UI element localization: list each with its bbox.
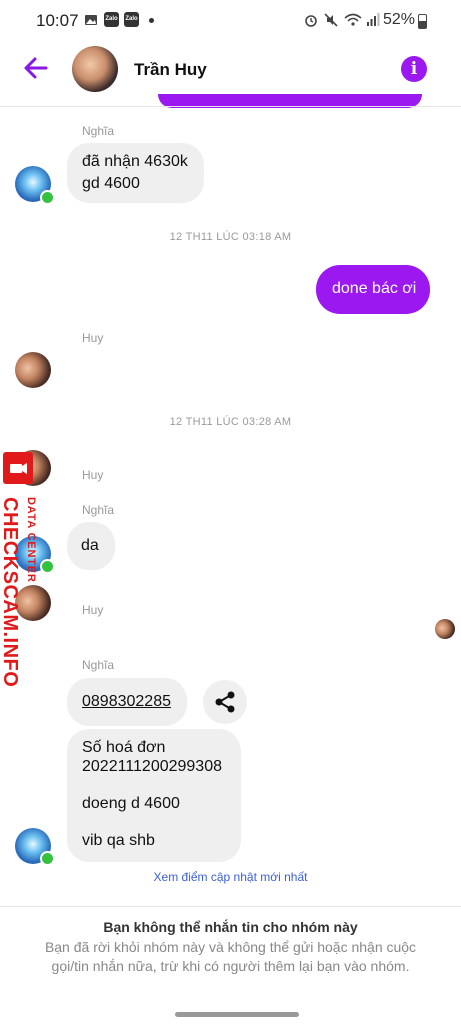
mute-icon bbox=[324, 13, 338, 27]
message-bubble[interactable]: đã nhận 4630k gd 4600 bbox=[67, 143, 204, 203]
phone-number-link[interactable]: 0898302285 bbox=[82, 691, 171, 713]
zalo-icon: Zalo bbox=[124, 12, 139, 27]
zalo-icon: Zalo bbox=[104, 12, 119, 27]
watermark-subtext: DATA CENTER bbox=[25, 497, 37, 583]
battery-percent: 52% bbox=[382, 11, 415, 28]
back-button[interactable] bbox=[22, 54, 50, 88]
alarm-icon bbox=[304, 13, 318, 27]
sender-name: Huy bbox=[82, 331, 104, 345]
message-bubble[interactable]: Số hoá đơn 2022111200299308 doeng d 4600… bbox=[67, 729, 241, 862]
cannot-message-title: Bạn không thể nhắn tin cho nhóm này bbox=[103, 919, 358, 935]
signal-icon bbox=[366, 13, 380, 27]
online-indicator bbox=[40, 190, 55, 205]
message-text: da bbox=[81, 537, 99, 554]
wifi-icon bbox=[344, 13, 362, 27]
status-time: 10:07 bbox=[36, 11, 79, 30]
sender-name: Huy bbox=[82, 468, 104, 482]
camera-icon bbox=[10, 463, 27, 474]
more-notifications-dot bbox=[149, 18, 154, 23]
message-bubble-own[interactable]: done bác ơi bbox=[316, 265, 430, 314]
sender-name: Nghĩa bbox=[82, 658, 115, 672]
divider bbox=[0, 906, 461, 907]
share-icon bbox=[215, 691, 235, 713]
watermark-logo bbox=[3, 452, 33, 484]
cannot-message-description: Bạn đã rời khỏi nhóm này và không thể gử… bbox=[44, 939, 417, 974]
battery-icon bbox=[418, 14, 427, 29]
conversation-title[interactable]: Trần Huy bbox=[134, 60, 207, 80]
watermark-text: CHECKSCAM.INFO bbox=[0, 497, 21, 688]
home-indicator[interactable] bbox=[175, 1012, 299, 1017]
timestamp: 12 TH11 LÚC 03:18 AM bbox=[169, 231, 292, 243]
message-text: Số hoá đơn 2022111200299308 doeng d 4600… bbox=[82, 739, 222, 849]
image-icon bbox=[84, 13, 98, 27]
online-indicator bbox=[40, 851, 55, 866]
info-icon[interactable]: i bbox=[401, 56, 427, 82]
message-text: đã nhận 4630k gd 4600 bbox=[82, 153, 188, 192]
sender-name: Nghĩa bbox=[82, 124, 115, 138]
avatar[interactable] bbox=[15, 352, 51, 388]
sender-name: Nghĩa bbox=[82, 503, 115, 517]
read-receipt-avatar bbox=[435, 619, 455, 639]
message-text: done bác ơi bbox=[332, 280, 417, 297]
latest-update-link[interactable]: Xem điểm cập nhật mới nhất bbox=[0, 870, 461, 884]
status-bar: 10:07 Zalo Zalo 52% bbox=[0, 0, 461, 40]
share-button[interactable] bbox=[203, 680, 247, 724]
divider bbox=[0, 106, 461, 107]
timestamp: 12 TH11 LÚC 03:28 AM bbox=[169, 416, 292, 428]
message-bubble[interactable]: da bbox=[67, 522, 115, 570]
sender-name: Huy bbox=[82, 603, 104, 617]
arrow-left-icon bbox=[24, 57, 48, 79]
online-indicator bbox=[40, 559, 55, 574]
watermark: CHECKSCAM.INFO DATA CENTER bbox=[0, 497, 37, 687]
avatar[interactable] bbox=[72, 46, 118, 92]
message-bubble[interactable]: 0898302285 bbox=[67, 678, 187, 726]
